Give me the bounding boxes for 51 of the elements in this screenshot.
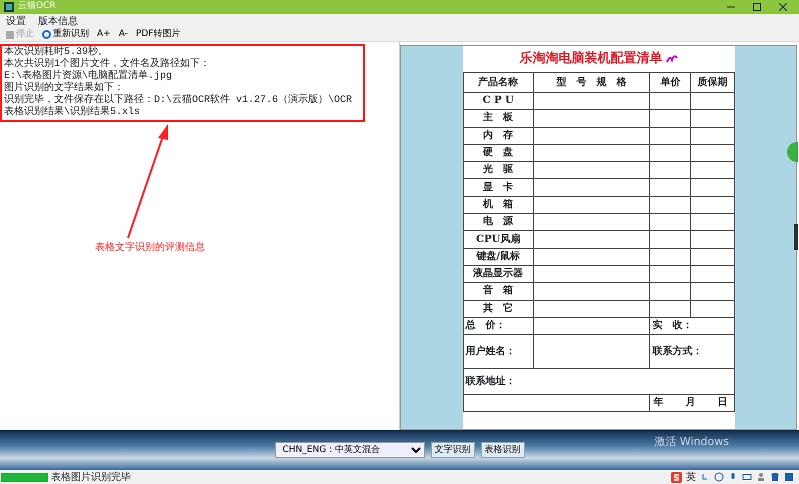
document-title: 乐淘淘电脑装机配置清单 — [520, 50, 662, 68]
table-cell: 主 板 — [483, 112, 514, 124]
menu-item[interactable]: 版本信息 — [38, 14, 78, 28]
address-label: 联系地址： — [466, 376, 516, 387]
toolbar-button[interactable]: PDF转图片 — [136, 30, 180, 39]
language-select[interactable]: CHN_ENG：中英文混合 — [274, 442, 424, 458]
window-title: 云猫OCR — [18, 0, 56, 14]
table-cell: 硬 盘 — [483, 147, 514, 158]
app-icon — [4, 2, 14, 12]
maximize-icon[interactable] — [753, 3, 761, 11]
date-label: 年 — [654, 397, 664, 408]
table-cell: 光 驱 — [483, 164, 514, 176]
table-cell: 键盘/鼠标 — [476, 250, 520, 262]
sticker-icon — [666, 54, 678, 64]
toolbar-button[interactable]: 重新识别 — [42, 30, 89, 39]
table-cell: 液晶显示器 — [473, 268, 524, 280]
column-header: 单价 — [660, 76, 680, 88]
scrollbar-thumb[interactable] — [794, 224, 798, 250]
input-method-icon[interactable] — [671, 472, 682, 482]
table-cell: 内 存 — [483, 130, 514, 141]
stop-icon — [6, 30, 14, 38]
shirt-icon[interactable] — [770, 472, 780, 482]
table-cell: 机 箱 — [483, 198, 514, 210]
total-label: 总 价： — [466, 320, 506, 331]
column-header: 质保期 — [697, 76, 728, 88]
contact-label: 联系方式： — [652, 346, 702, 357]
date-label: 月 — [686, 397, 696, 408]
person-icon[interactable] — [756, 472, 766, 482]
refresh-icon — [42, 30, 51, 39]
table-cell: 电 源 — [483, 216, 514, 228]
table-cell: CPU风扇 — [476, 234, 520, 245]
table-cell: 其 它 — [483, 302, 514, 314]
column-header: 产品名称 — [478, 76, 518, 88]
log-panel: 本次识别耗时5.39秒。 本次共识别1个图片文件，文件名及路径如下： E:\表格图片资源\电脑配置清单.jpg 图片识别的文字结果如下： 识别完毕，文件保存在以下路径：D:\云猫OCR软件 v1.27.6（演示版）\OCR表格识别结果\识别结果5.xls — [0, 44, 365, 122]
annotation-caption: 表格文字识别的评测信息 — [95, 242, 205, 253]
status-text: 表格图片识别完毕 — [51, 470, 131, 484]
table-cell: 音 箱 — [483, 285, 514, 296]
toolbar-button[interactable]: A+ — [97, 30, 111, 39]
received-label: 实 收： — [652, 320, 692, 331]
recognize-button[interactable]: 文字识别 — [430, 442, 474, 458]
toolbar-button[interactable]: A- — [118, 30, 128, 39]
menu-item[interactable]: 设置 — [6, 14, 26, 28]
customer-label: 用户姓名： — [466, 346, 516, 357]
recognize-button[interactable]: 表格识别 — [480, 442, 524, 458]
table-cell: 显 卡 — [483, 182, 514, 193]
close-icon[interactable] — [779, 3, 787, 11]
table-cell: C P U — [482, 95, 514, 106]
date-label: 日 — [718, 397, 728, 408]
activation-notice: 激活 Windows — [654, 434, 729, 450]
input-language-toggle[interactable]: 英 — [686, 470, 696, 484]
column-header: 型 号 规 格 — [556, 76, 627, 88]
